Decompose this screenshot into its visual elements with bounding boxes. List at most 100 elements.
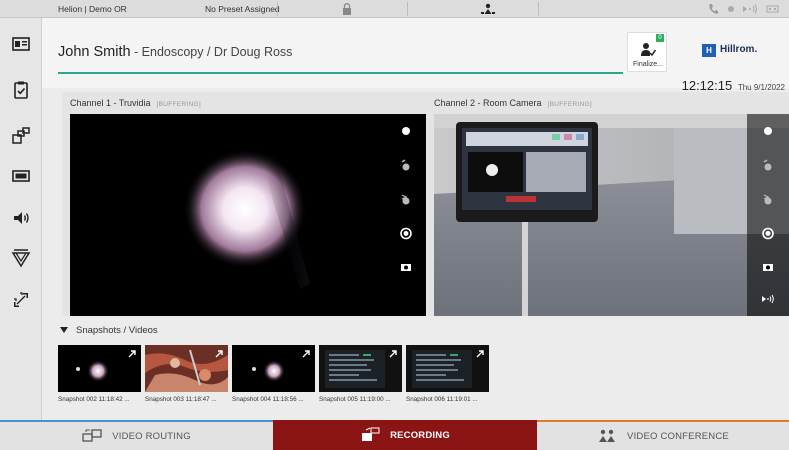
patient-card-icon bbox=[12, 37, 30, 51]
layout-icon bbox=[12, 127, 30, 144]
helion-screen: Helion | Demo OR No Preset Assigned John… bbox=[0, 0, 789, 450]
camera-icon bbox=[763, 264, 773, 271]
network-icon bbox=[766, 5, 779, 13]
broadcast-icon bbox=[743, 4, 757, 14]
finalize-badge: 0 bbox=[656, 34, 664, 42]
sidebar bbox=[0, 18, 42, 420]
channel-1-title: Channel 1 - Truvidia [BUFFERING] bbox=[70, 98, 202, 108]
sidebar-item-fullscreen[interactable] bbox=[0, 280, 42, 320]
ch2-stop-button[interactable] bbox=[747, 188, 789, 210]
patient-name: John Smith bbox=[58, 44, 131, 60]
clock: 12:12:15 Thu 9/1/2022 bbox=[682, 78, 785, 93]
preset-label: No Preset Assigned bbox=[205, 4, 280, 14]
system-name: Helion | Demo OR bbox=[58, 4, 127, 14]
tab-recording[interactable]: RECORDING bbox=[273, 420, 537, 450]
collapse-triangle-icon bbox=[60, 327, 68, 334]
tab-video-conference[interactable]: VIDEO CONFERENCE bbox=[537, 420, 789, 450]
snapshot-item[interactable]: Snapshot 003 11:18:47 ... bbox=[145, 345, 228, 411]
recording-icon bbox=[362, 427, 380, 441]
expand-snapshot-icon[interactable] bbox=[214, 349, 224, 359]
speaker-icon bbox=[14, 212, 29, 224]
hillrom-logo: H Hillrom. bbox=[702, 42, 760, 60]
ch1-stop-button[interactable] bbox=[386, 188, 426, 210]
sidebar-item-display[interactable] bbox=[0, 156, 42, 196]
snapshot-item[interactable]: Snapshot 004 11:18:56 ... bbox=[232, 345, 315, 411]
procedure-info: - Endoscopy / Dr Doug Ross bbox=[130, 45, 293, 59]
channel-2-controls bbox=[747, 114, 789, 316]
ch2-record-button[interactable] bbox=[747, 120, 789, 142]
logo-text: Hillrom. bbox=[720, 44, 758, 55]
pause-record-icon bbox=[401, 159, 410, 171]
auto-record-icon bbox=[762, 227, 774, 240]
tab-label: RECORDING bbox=[390, 429, 450, 441]
expand-icon bbox=[14, 292, 28, 307]
broadcast-icon bbox=[762, 294, 774, 304]
header: John Smith - Endoscopy / Dr Doug Ross 0 … bbox=[42, 18, 789, 93]
channel-2-title: Channel 2 - Room Camera [BUFFERING] bbox=[434, 98, 593, 108]
sidebar-item-patient[interactable] bbox=[0, 24, 42, 64]
channel-1-video[interactable] bbox=[70, 114, 426, 316]
channel-1-status: [BUFFERING] bbox=[156, 101, 202, 108]
ch1-record-button[interactable] bbox=[386, 120, 426, 142]
display-icon bbox=[12, 170, 30, 182]
patient-info: John Smith - Endoscopy / Dr Doug Ross bbox=[58, 44, 292, 60]
tab-label: VIDEO CONFERENCE bbox=[627, 430, 729, 442]
record-icon bbox=[402, 127, 410, 135]
ch2-broadcast-button[interactable] bbox=[747, 288, 789, 310]
stop-record-icon bbox=[763, 194, 772, 205]
pause-record-icon bbox=[763, 159, 772, 171]
finalize-button[interactable]: 0 Finalize... bbox=[627, 32, 667, 72]
finalize-label: Finalize... bbox=[633, 61, 663, 68]
sidebar-item-layout[interactable] bbox=[0, 116, 42, 156]
surgical-light-icon bbox=[11, 249, 31, 268]
expand-snapshot-icon[interactable] bbox=[475, 349, 485, 359]
conference-icon[interactable] bbox=[480, 3, 496, 15]
video-routing-icon bbox=[82, 429, 102, 442]
tab-video-routing[interactable]: VIDEO ROUTING bbox=[0, 420, 273, 450]
expand-snapshot-icon[interactable] bbox=[301, 349, 311, 359]
expand-snapshot-icon[interactable] bbox=[388, 349, 398, 359]
phone-icon[interactable] bbox=[708, 3, 718, 15]
channel-2-video[interactable] bbox=[434, 114, 789, 316]
snapshot-item[interactable]: Snapshot 006 11:19:01 ... bbox=[406, 345, 489, 411]
record-dot-icon bbox=[728, 6, 734, 12]
snapshot-item[interactable]: Snapshot 002 11:18:42 ... bbox=[58, 345, 141, 411]
bottom-tab-bar: VIDEO ROUTING RECORDING VIDEO CONFERENCE bbox=[0, 420, 789, 450]
camera-icon bbox=[401, 264, 411, 271]
video-conference-icon bbox=[599, 429, 616, 442]
clock-time: 12:12:15 bbox=[681, 78, 733, 93]
ch2-pause-button[interactable] bbox=[747, 154, 789, 176]
lock-icon[interactable] bbox=[342, 3, 352, 15]
clock-date: Thu 9/1/2022 bbox=[737, 83, 785, 92]
expand-snapshot-icon[interactable] bbox=[127, 349, 137, 359]
snapshot-caption: Snapshot 003 11:18:47 ... bbox=[145, 396, 217, 403]
snapshot-caption: Snapshot 006 11:19:01 ... bbox=[406, 396, 478, 403]
tab-label: VIDEO ROUTING bbox=[112, 430, 191, 442]
auto-record-icon bbox=[400, 227, 412, 240]
sidebar-item-audio[interactable] bbox=[0, 198, 42, 238]
sidebar-item-lights[interactable] bbox=[0, 238, 42, 278]
ch1-pause-button[interactable] bbox=[386, 154, 426, 176]
snapshot-caption: Snapshot 005 11:19:00 ... bbox=[319, 396, 391, 403]
ch2-snapshot-button[interactable] bbox=[747, 256, 789, 278]
status-bar: Helion | Demo OR No Preset Assigned bbox=[0, 0, 789, 18]
stop-record-icon bbox=[401, 194, 410, 205]
endoscope-feed bbox=[183, 149, 310, 289]
room-camera-feed bbox=[434, 114, 789, 316]
channel-1-controls bbox=[386, 114, 426, 316]
sidebar-item-checklist[interactable] bbox=[0, 70, 42, 110]
ch1-snapshot-button[interactable] bbox=[386, 256, 426, 278]
snapshot-item[interactable]: Snapshot 005 11:19:00 ... bbox=[319, 345, 402, 411]
snapshots-header: Snapshots / Videos bbox=[76, 325, 158, 336]
finalize-user-icon bbox=[641, 43, 656, 57]
ch2-autorecord-button[interactable] bbox=[747, 222, 789, 244]
header-divider bbox=[58, 72, 623, 74]
record-icon bbox=[764, 127, 772, 135]
snapshot-caption: Snapshot 004 11:18:56 ... bbox=[232, 396, 304, 403]
channel-2-status: [BUFFERING] bbox=[547, 101, 593, 108]
snapshots-toggle[interactable]: Snapshots / Videos bbox=[60, 325, 158, 336]
logo-mark: H bbox=[702, 44, 716, 57]
ch1-autorecord-button[interactable] bbox=[386, 222, 426, 244]
snapshot-caption: Snapshot 002 11:18:42 ... bbox=[58, 396, 130, 403]
clipboard-check-icon bbox=[14, 81, 28, 99]
